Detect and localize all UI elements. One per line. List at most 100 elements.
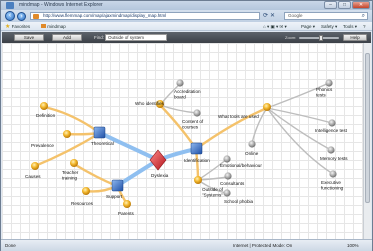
node-prevalence[interactable]: Prevalence (31, 130, 71, 148)
ie-icon (6, 2, 14, 9)
ball-icon (329, 170, 337, 178)
ball-icon (70, 159, 78, 167)
node-emotional-label: Emotional/behaviour (220, 163, 262, 168)
node-outside-systems-label: Outside of "Systems" (202, 187, 224, 198)
node-executive-functioning-label: Executive functioning (321, 180, 344, 191)
node-accreditation[interactable]: Accreditation board (174, 79, 201, 100)
node-identification[interactable]: Identification (184, 142, 210, 163)
tab-label: mindmap (47, 24, 66, 29)
find-label: Find: (94, 35, 105, 40)
status-text: Done (5, 243, 16, 248)
mind-map-graph: Dyslexia Theoretical Support Identificat… (25, 79, 348, 216)
zoom-label: Zoom: (285, 35, 297, 40)
vertical-scrollbar[interactable] (363, 43, 371, 239)
ball-icon (224, 172, 232, 180)
search-placeholder: Google (288, 13, 303, 18)
ball-icon (248, 140, 256, 148)
refresh-stop-icons[interactable]: ⟳✕ (263, 12, 277, 19)
zoom-slider-handle[interactable] (318, 35, 323, 41)
node-online[interactable]: Online (245, 140, 259, 156)
node-emotional[interactable]: Emotional/behaviour (220, 155, 262, 168)
node-parents[interactable]: Parents (118, 200, 135, 216)
cmd-help[interactable]: ? (363, 23, 366, 30)
tab-favicon (41, 24, 46, 28)
node-school-phobia[interactable]: School phobia (223, 189, 254, 204)
title-bar: mindmap - Windows Internet Explorer – □ … (1, 1, 372, 10)
cmd-tools[interactable]: Tools ▾ (343, 23, 357, 30)
ball-icon (123, 200, 131, 208)
ball-icon (328, 119, 336, 127)
node-content-courses-label: Content of courses (182, 119, 204, 130)
ball-icon (82, 187, 90, 195)
window-controls: – □ ✕ (324, 1, 370, 9)
node-resources[interactable]: Resources (71, 187, 94, 206)
toolbar-button-3[interactable]: Help (343, 34, 367, 41)
mind-map-canvas[interactable]: Dyslexia Theoretical Support Identificat… (2, 43, 371, 239)
ball-icon (63, 130, 71, 138)
find-input[interactable]: Outside of system (105, 34, 167, 41)
node-intelligence-test-label: Intelligence test (315, 128, 348, 133)
search-input[interactable]: Google ⌕ (284, 12, 368, 20)
ball-icon (263, 103, 271, 111)
node-definition-label: Definition (36, 113, 56, 118)
edge-theoretical-definition (42, 105, 102, 135)
ball-icon (223, 155, 231, 163)
node-online-label: Online (245, 151, 259, 156)
star-icon: ★ (5, 24, 11, 30)
node-consultants-label: Consultants (220, 181, 245, 186)
ball-icon (31, 162, 39, 170)
ball-icon (223, 189, 231, 197)
url-field[interactable]: http://www.flemmap.com/map/ajaxmindmap/d… (30, 12, 260, 20)
app-toolbar: Save Add Find: Outside of system Zoom: H… (2, 32, 371, 43)
favorites-label: Favorites (11, 24, 31, 29)
favorites-bar: ★ Favorites mindmap ⌂ ▾ ▣ ▾ ✉ ▾ Page ▾ S… (1, 22, 372, 31)
toolbar-button-1[interactable]: Save (14, 34, 44, 41)
cmd-page[interactable]: Page ▾ (301, 23, 315, 30)
node-consultants[interactable]: Consultants (220, 172, 245, 186)
url-text: http://www.flemmap.com/map/ajaxmindmap/d… (43, 13, 167, 18)
search-icon[interactable]: ⌕ (362, 13, 365, 19)
zoom-level[interactable]: 100% (347, 243, 359, 248)
cmd-safety[interactable]: Safety ▾ (321, 23, 337, 30)
ball-icon (327, 146, 335, 154)
node-teacher-training[interactable]: Teacher training (62, 159, 79, 181)
cube-icon (111, 179, 124, 192)
node-intelligence-test[interactable]: Intelligence test (315, 119, 348, 133)
toolbar-button-2[interactable]: Add (52, 34, 82, 41)
node-identification-label: Identification (184, 158, 210, 163)
node-causes-label: Causes (25, 174, 41, 179)
maximize-button[interactable]: □ (338, 1, 351, 9)
ball-icon (176, 79, 184, 87)
cube-icon (93, 126, 106, 139)
node-dyslexia[interactable]: Dyslexia (149, 149, 169, 178)
node-resources-label: Resources (71, 201, 94, 206)
address-bar: ‹ › http://www.flemmap.com/map/ajaxmindm… (1, 10, 372, 22)
scrollbar-thumb[interactable] (365, 53, 370, 203)
tab-mindmap[interactable]: mindmap (41, 23, 66, 30)
node-teacher-training-label: Teacher training (62, 170, 79, 181)
browser-window: mindmap - Windows Internet Explorer – □ … (0, 0, 373, 251)
node-memory-tests-label: Memory tests (320, 156, 348, 161)
node-support-label: Support (106, 194, 123, 199)
edge-dyslexia-theoretical (98, 131, 160, 162)
home-icon[interactable]: ⌂ ▾ ▣ ▾ ✉ ▾ (263, 23, 287, 30)
security-zone: Internet | Protected Mode: On (233, 243, 293, 248)
edge-support-teacher (72, 162, 119, 188)
node-phonics-tests[interactable]: Phonics tests (316, 79, 333, 98)
node-who-identifies-label: Who identifies (135, 101, 165, 106)
minimize-button[interactable]: – (324, 1, 337, 9)
diamond-icon (149, 149, 167, 171)
node-executive-functioning[interactable]: Executive functioning (321, 170, 344, 191)
back-button[interactable]: ‹ (5, 11, 15, 21)
node-who-identifies[interactable]: Who identifies (135, 100, 165, 108)
ball-icon (194, 176, 202, 184)
node-memory-tests[interactable]: Memory tests (320, 146, 348, 161)
node-what-tools-label: What tools are used (218, 114, 259, 119)
favorites-button[interactable]: ★ Favorites (5, 23, 30, 31)
forward-button[interactable]: › (17, 11, 26, 21)
window-title: mindmap - Windows Internet Explorer (19, 2, 103, 8)
node-prevalence-label: Prevalence (31, 143, 54, 148)
ball-icon (193, 109, 201, 117)
edge-tools-executive (266, 107, 334, 175)
close-button[interactable]: ✕ (352, 1, 370, 9)
